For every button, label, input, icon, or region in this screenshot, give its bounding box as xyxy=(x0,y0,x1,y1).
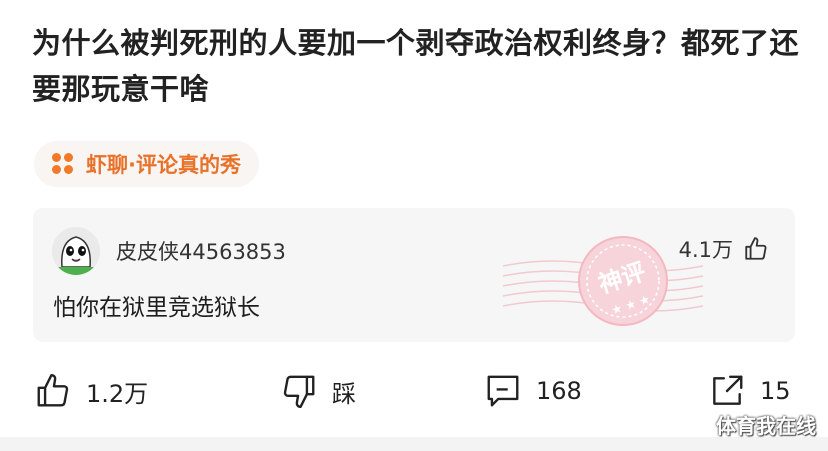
share-button[interactable]: 15 xyxy=(708,366,791,416)
top-comment-card[interactable]: 神评 ★ ★ ★ 皮皮侠44563853 4.1万 怕你在狱里竞选狱长 xyxy=(33,208,795,342)
comment-count: 168 xyxy=(536,377,582,405)
comment-like-button[interactable]: 4.1万 xyxy=(679,234,769,264)
thumbs-down-icon xyxy=(283,375,315,409)
god-comment-stamp: 神评 ★ ★ ★ xyxy=(503,236,703,326)
cartoon-face-avatar[interactable] xyxy=(52,227,100,275)
thumbs-up-icon xyxy=(745,237,767,260)
four-dots-icon xyxy=(52,153,74,175)
comment-like-count: 4.1万 xyxy=(678,238,733,262)
share-icon xyxy=(713,375,743,405)
like-count: 1.2万 xyxy=(86,379,149,408)
comment-username[interactable]: 皮皮侠44563853 xyxy=(116,236,286,266)
comment-button[interactable]: 168 xyxy=(484,366,582,416)
watermark: 体育我在线 xyxy=(716,414,816,438)
comment-text: 怕你在狱里竞选狱长 xyxy=(53,295,260,321)
action-bar: 1.2万 踩 168 15 xyxy=(0,366,828,416)
dislike-label: 踩 xyxy=(332,379,356,408)
source-tag-label: 虾聊·评论真的秀 xyxy=(86,153,241,177)
thumbs-up-icon xyxy=(37,373,69,407)
source-tag[interactable]: 虾聊·评论真的秀 xyxy=(34,141,259,187)
share-count: 15 xyxy=(760,377,791,405)
comment-bubble-icon xyxy=(487,375,519,407)
dislike-button[interactable]: 踩 xyxy=(280,366,356,416)
like-button[interactable]: 1.2万 xyxy=(34,366,148,416)
post-title: 为什么被判死刑的人要加一个剥夺政治权利终身？都死了还要那玩意干啥 xyxy=(32,26,800,106)
bottom-divider xyxy=(0,437,828,451)
